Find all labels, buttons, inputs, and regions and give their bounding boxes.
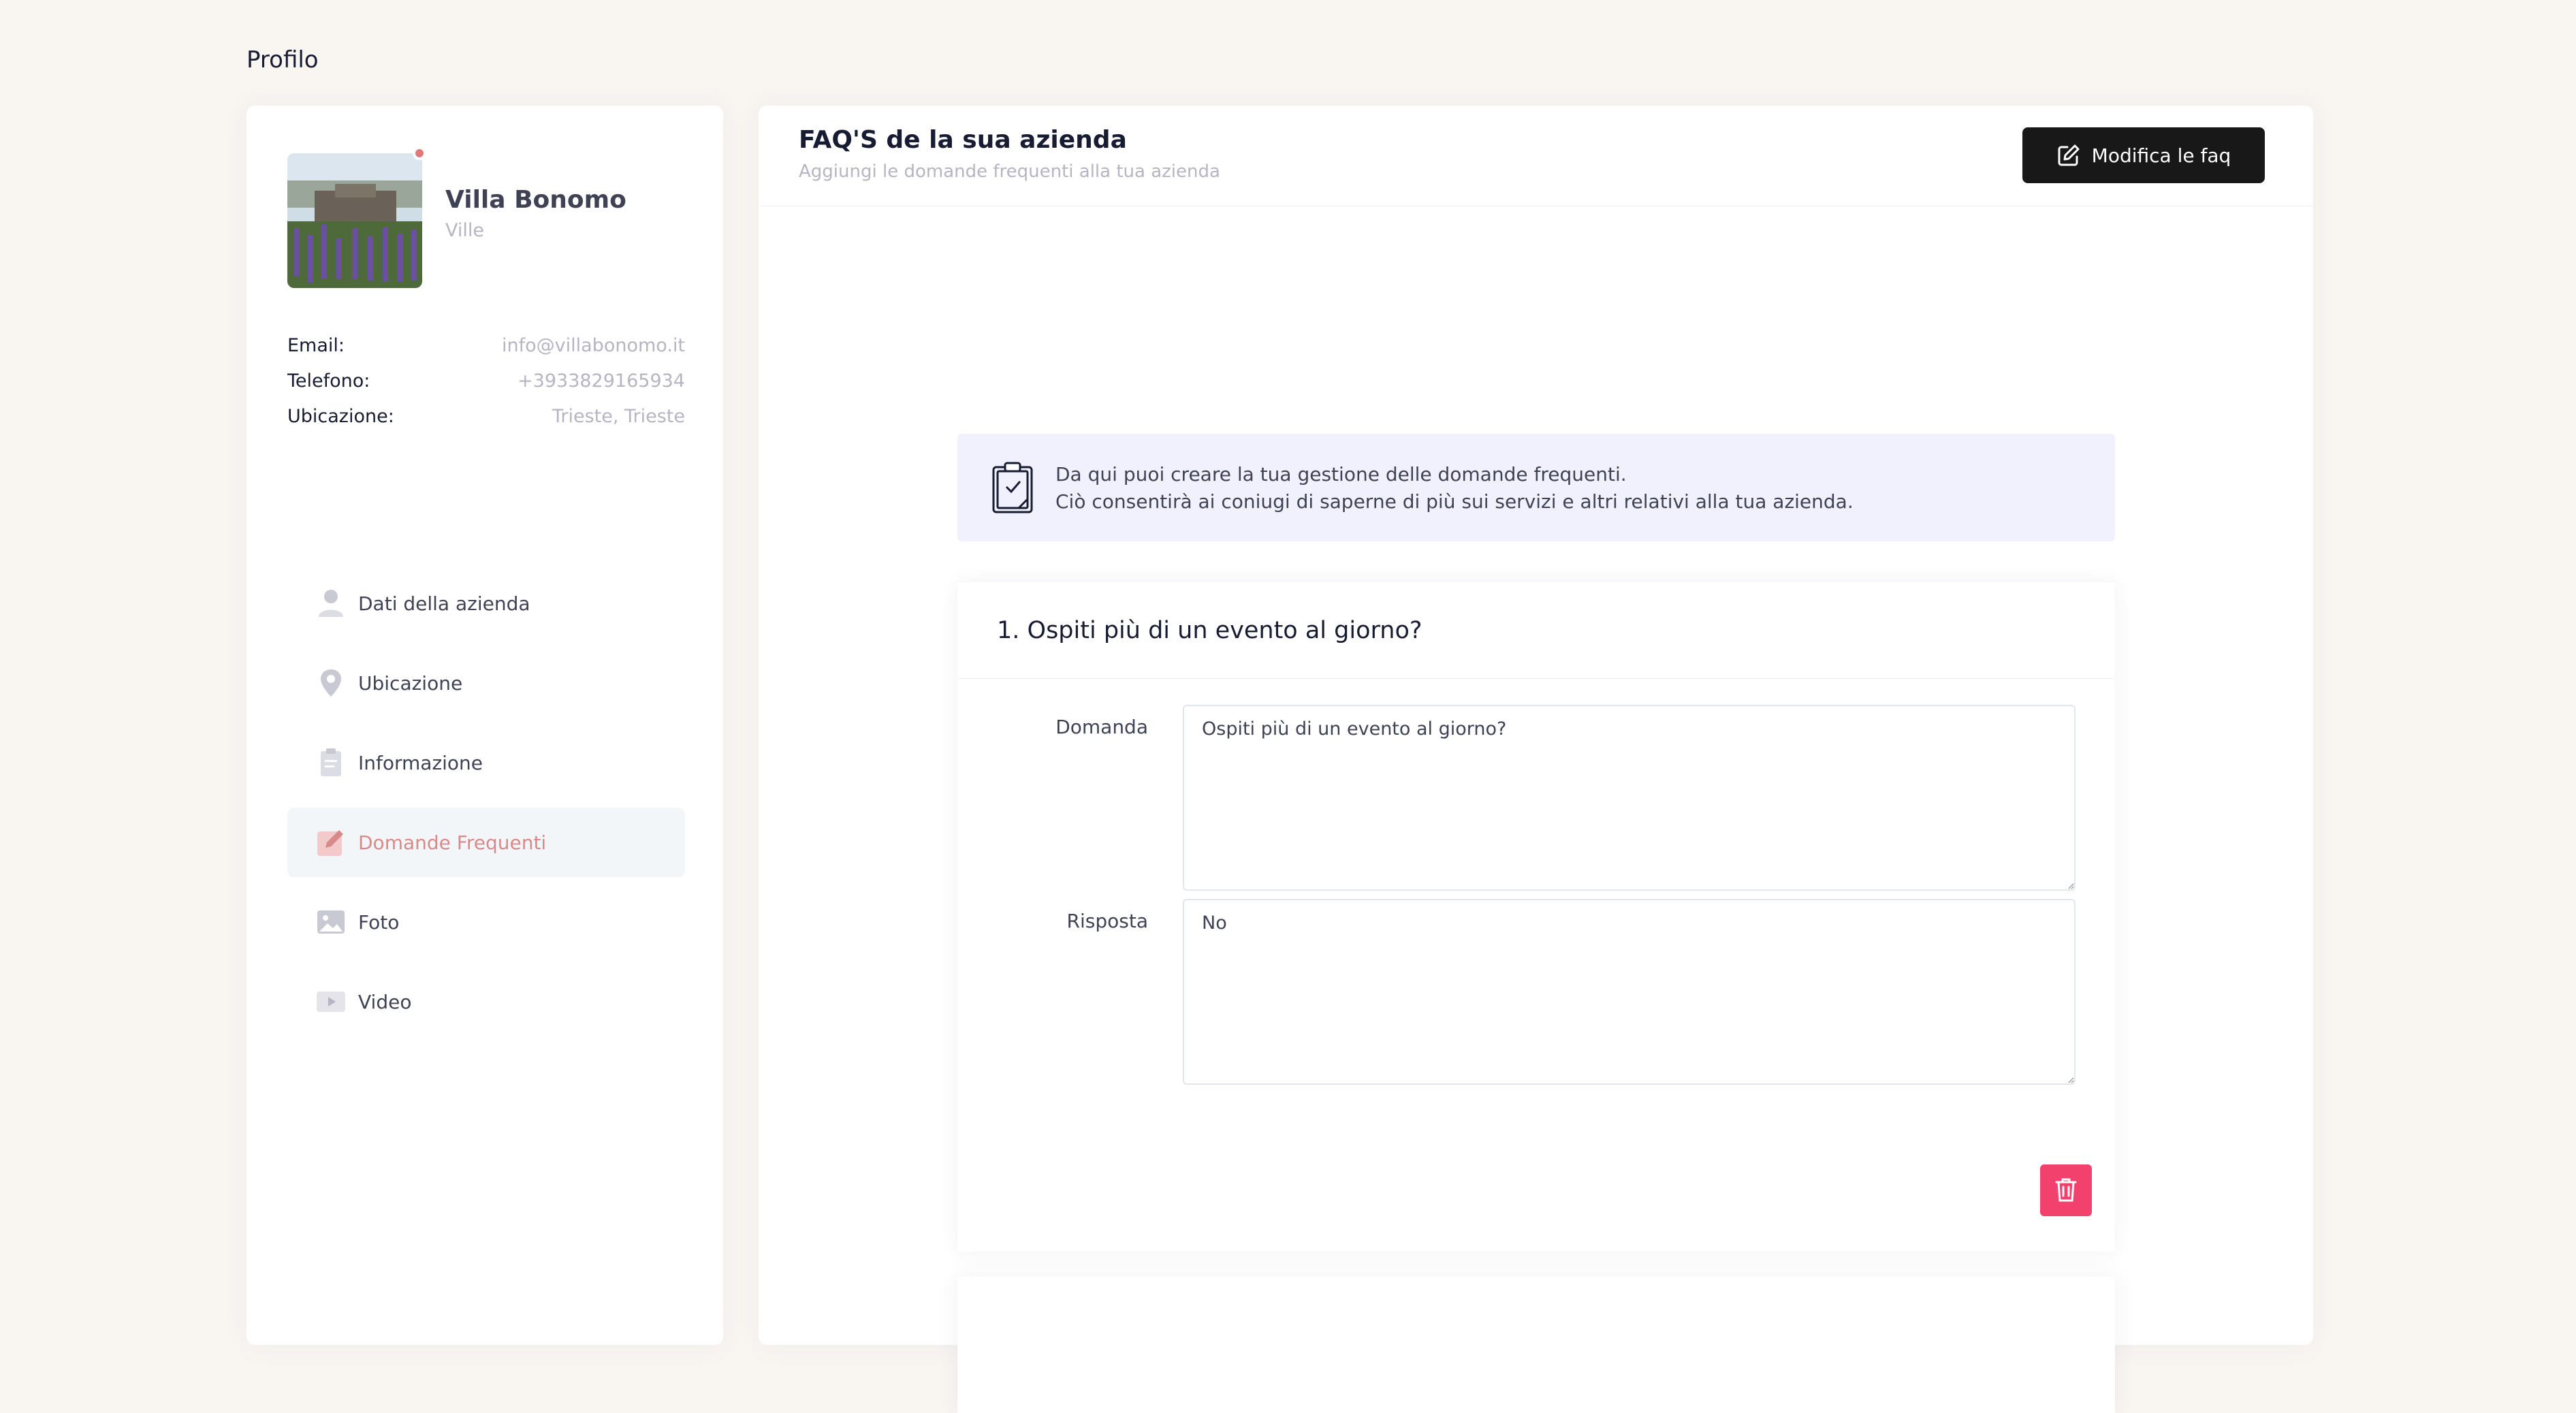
nav-item-label: Dati della azienda [358, 592, 530, 615]
faq-item-heading: 1. Ospiti più di un evento al giorno? [957, 582, 2115, 679]
status-dot [413, 146, 426, 160]
faq-notice: Da qui puoi creare la tua gestione delle… [957, 434, 2115, 541]
location-pin-icon [316, 668, 346, 698]
faq-header: FAQ'S de la sua azienda Aggiungi le doma… [759, 106, 2313, 206]
nav-item-information[interactable]: Informazione [287, 728, 685, 797]
avatar-photo [287, 153, 422, 288]
faq-subtitle: Aggiungi le domande frequenti alla tua a… [799, 161, 1220, 182]
clipboard-icon [316, 748, 346, 778]
nav-item-company-data[interactable]: Dati della azienda [287, 569, 685, 638]
info-value: Trieste, Trieste [552, 405, 685, 427]
info-value: +3933829165934 [518, 370, 685, 392]
notice-line-1: Da qui puoi creare la tua gestione delle… [1055, 463, 1627, 486]
clipboard-check-icon [991, 461, 1034, 517]
edit-icon [316, 827, 346, 857]
nav-item-faq[interactable]: Domande Frequenti [287, 808, 685, 877]
nav-item-photo[interactable]: Foto [287, 887, 685, 957]
info-value: info@villabonomo.it [502, 334, 685, 356]
nav-item-label: Domande Frequenti [358, 831, 547, 854]
contact-info: Email: info@villabonomo.it Telefono: +39… [287, 328, 685, 434]
answer-field[interactable]: No [1183, 899, 2076, 1085]
edit-faq-button[interactable]: Modifica le faq [2022, 127, 2265, 183]
faq-item: 1. Ospiti più di un evento al giorno? Do… [957, 582, 2115, 1252]
edit-icon [2056, 143, 2081, 168]
info-row-phone: Telefono: +3933829165934 [287, 363, 685, 398]
question-field[interactable]: Ospiti più di un evento al giorno? [1183, 705, 2076, 891]
trash-icon [2054, 1177, 2078, 1205]
notice-text: Da qui puoi creare la tua gestione delle… [1055, 461, 1854, 515]
info-row-location: Ubicazione: Trieste, Trieste [287, 398, 685, 434]
faq-item-next [957, 1277, 2115, 1413]
notice-line-2: Ciò consentirà ai coniugi di saperne di … [1055, 490, 1854, 513]
delete-faq-button[interactable] [2040, 1164, 2092, 1216]
avatar [287, 146, 426, 288]
profile-card: Villa Bonomo Ville Email: info@villabono… [247, 106, 723, 1345]
nav-item-label: Foto [358, 910, 400, 934]
faq-title: FAQ'S de la sua azienda [799, 126, 1127, 154]
image-icon [316, 907, 346, 937]
company-type: Ville [445, 220, 484, 241]
user-icon [316, 588, 346, 618]
nav-item-video[interactable]: Video [287, 967, 685, 1036]
company-name: Villa Bonomo [445, 186, 626, 214]
profile-nav: Dati della azienda Ubicazione Informazio… [287, 569, 685, 1047]
info-label: Telefono: [287, 370, 370, 392]
nav-item-label: Informazione [358, 751, 483, 774]
info-label: Ubicazione: [287, 405, 394, 427]
answer-label: Risposta [1066, 910, 1148, 932]
page-title: Profilo [247, 46, 319, 74]
faq-card: FAQ'S de la sua azienda Aggiungi le doma… [759, 106, 2313, 1413]
edit-faq-button-label: Modifica le faq [2091, 144, 2231, 167]
info-row-email: Email: info@villabonomo.it [287, 328, 685, 363]
nav-item-label: Ubicazione [358, 671, 463, 695]
nav-item-label: Video [358, 990, 412, 1013]
info-label: Email: [287, 334, 345, 356]
nav-item-location[interactable]: Ubicazione [287, 648, 685, 718]
video-icon [316, 987, 346, 1017]
question-label: Domanda [1055, 716, 1148, 738]
